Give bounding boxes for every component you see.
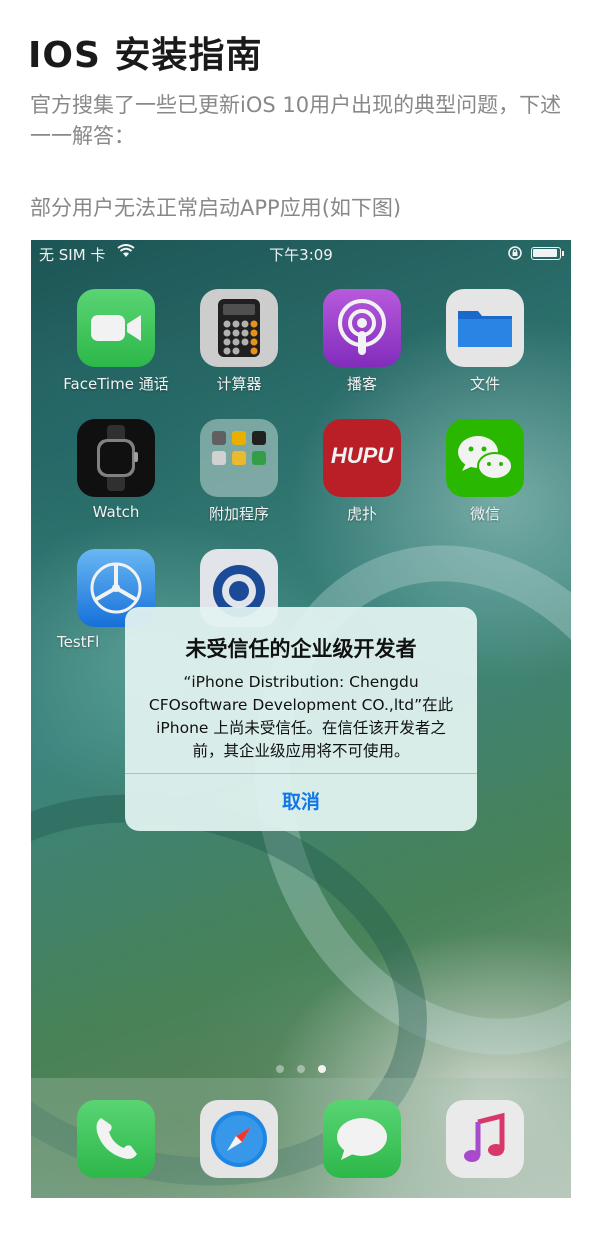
- untrusted-developer-alert: 未受信任的企业级开发者 “iPhone Distribution: Chengd…: [125, 607, 477, 831]
- alert-title: 未受信任的企业级开发者: [185, 637, 417, 661]
- intro-text: 官方搜集了一些已更新iOS 10用户出现的典型问题，下述一一解答：: [30, 93, 562, 148]
- alert-message: “iPhone Distribution: Chengdu CFOsoftwar…: [148, 673, 454, 760]
- page-title: IOS 安装指南: [28, 35, 263, 76]
- phone-screenshot: 无 SIM 卡 下午3:09 FaceTime 通话 计算器 播客 文件 Wat…: [31, 240, 571, 1198]
- cancel-button[interactable]: 取消: [125, 774, 477, 831]
- section-label: 部分用户无法正常启动APP应用(如下图): [30, 196, 402, 220]
